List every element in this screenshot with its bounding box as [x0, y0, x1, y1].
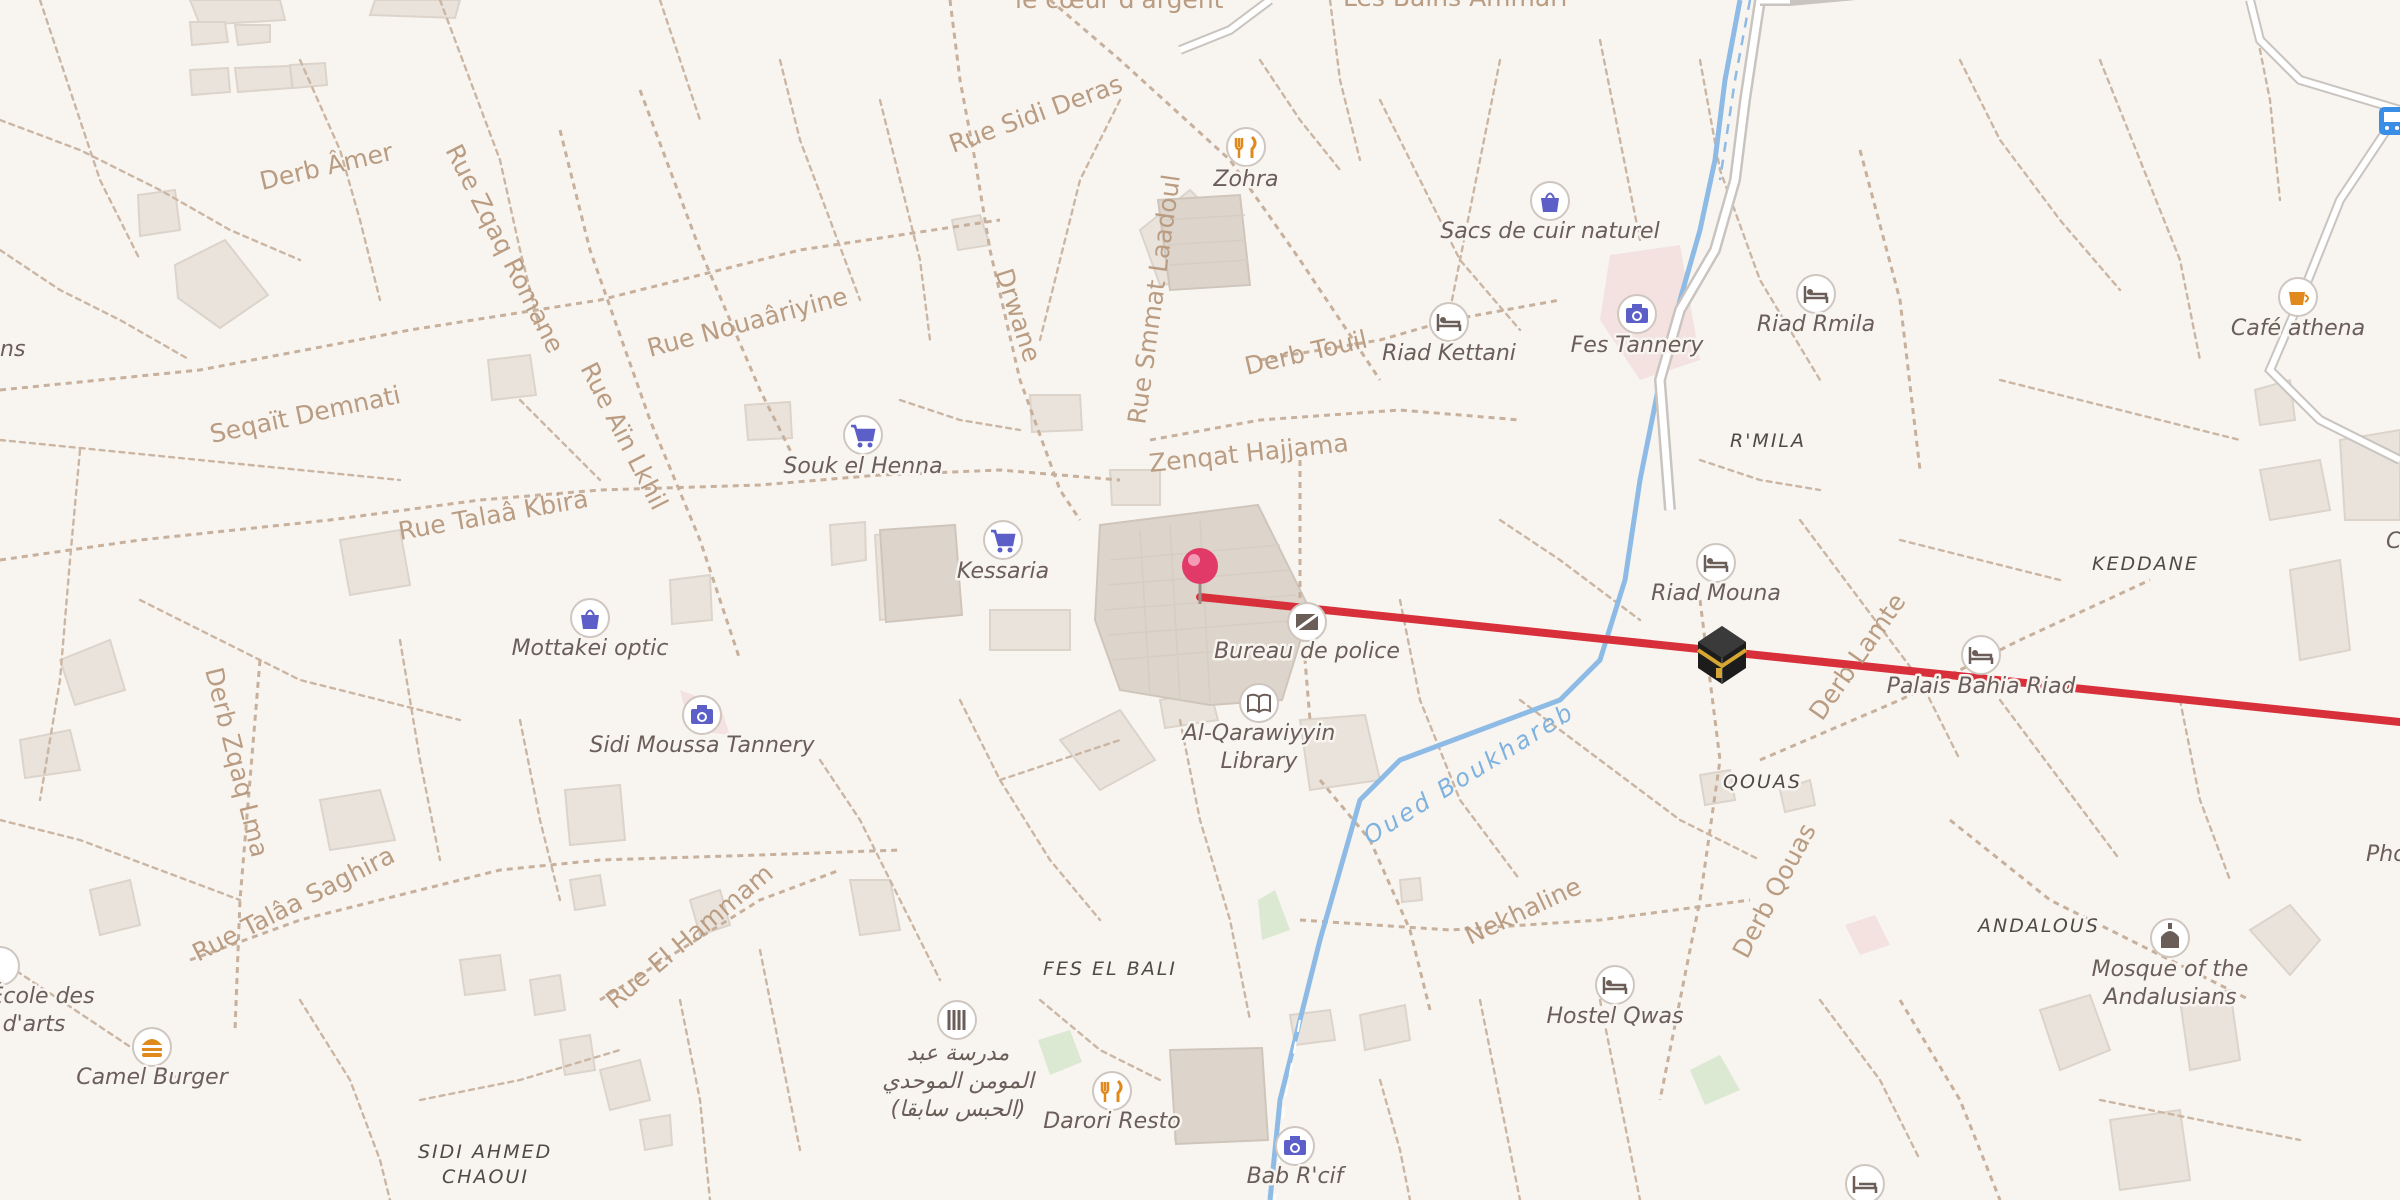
restaurant-icon[interactable] — [1092, 1071, 1132, 1111]
poi-label: Riad Rmila — [1757, 312, 1875, 337]
cart-icon[interactable] — [983, 520, 1023, 560]
mosque-icon[interactable] — [2150, 918, 2190, 958]
shopping-bag-icon[interactable] — [1530, 181, 1570, 221]
poi-label: Bureau de police — [1214, 639, 1400, 664]
cafe-icon[interactable] — [2278, 277, 2318, 317]
poi-label: Al-Qarawiyyin — [1181, 721, 1336, 746]
bus-stop-icon[interactable] — [2379, 107, 2400, 135]
street-label: le cœur d'argent — [1015, 0, 1224, 14]
bed-icon[interactable] — [1696, 543, 1736, 583]
book-icon[interactable] — [1239, 683, 1279, 723]
bed-icon[interactable] — [1595, 965, 1635, 1005]
poi-label: Library — [1221, 749, 1299, 774]
poi-label: Riad Kettani — [1382, 341, 1516, 366]
poi-label: Palais Bahia Riad — [1887, 674, 2077, 699]
bed-icon[interactable] — [1429, 302, 1469, 342]
poi-label: ns — [0, 337, 25, 362]
poi-label: Sidi Moussa Tannery — [589, 733, 815, 758]
poi-label: Camel Burger — [76, 1065, 229, 1090]
district-label: QOUAS — [1723, 771, 1802, 793]
burger-icon[interactable] — [132, 1027, 172, 1067]
poi-label: Mottakei optic — [512, 636, 669, 661]
poi-label: Kessaria — [957, 559, 1049, 584]
bed-icon[interactable] — [1796, 274, 1836, 314]
poi-label: Zohra — [1212, 167, 1278, 192]
camera-icon[interactable] — [1617, 294, 1657, 334]
bed-icon[interactable] — [1845, 1164, 1885, 1200]
poi-label: مدرسة عبد — [907, 1041, 1010, 1066]
district-label: FES EL BALI — [1043, 958, 1177, 980]
poi-label: Café athena — [2231, 316, 2365, 341]
poi-label: C — [2386, 529, 2400, 554]
restaurant-icon[interactable] — [1226, 127, 1266, 167]
school-icon[interactable] — [937, 1000, 977, 1040]
bed-icon[interactable] — [1961, 635, 2001, 675]
poi-label: Darori Resto — [1043, 1109, 1180, 1134]
poi-label: Sacs de cuir naturel — [1440, 219, 1659, 244]
poi-label: (الحبس سابقا) — [891, 1097, 1026, 1122]
shopping-bag-icon[interactable] — [570, 598, 610, 638]
map-canvas[interactable]: Derb Âmer Rue Zqaq Romane Rue Sidi Deras… — [0, 0, 2400, 1200]
district-label: ANDALOUS — [1976, 915, 2100, 937]
poi-label: d'arts — [3, 1012, 66, 1037]
police-icon[interactable] — [1287, 602, 1327, 642]
district-label: R'MILA — [1730, 430, 1806, 452]
district-label: CHAOUI — [442, 1166, 529, 1188]
street-label: Les Bains Ammari — [1343, 0, 1567, 12]
poi-label: Mosque of the — [2092, 957, 2249, 982]
poi-label: Hostel Qwas — [1547, 1004, 1684, 1029]
poi-label: المومن الموحدي — [882, 1069, 1037, 1094]
camera-icon[interactable] — [682, 695, 722, 735]
camera-icon[interactable] — [1275, 1126, 1315, 1166]
poi-label: Riad Mouna — [1651, 581, 1781, 606]
poi-label: Pho — [2366, 842, 2400, 867]
cart-icon[interactable] — [843, 415, 883, 455]
poi-label: École des — [0, 983, 95, 1009]
district-label: KEDDANE — [2092, 553, 2199, 575]
poi-label: Fes Tannery — [1571, 333, 1705, 358]
poi-label: Andalusians — [2102, 985, 2237, 1010]
poi-label: Souk el Henna — [783, 454, 942, 479]
district-label: SIDI AHMED — [418, 1141, 552, 1163]
poi-label: Bab R'cif — [1247, 1164, 1347, 1189]
